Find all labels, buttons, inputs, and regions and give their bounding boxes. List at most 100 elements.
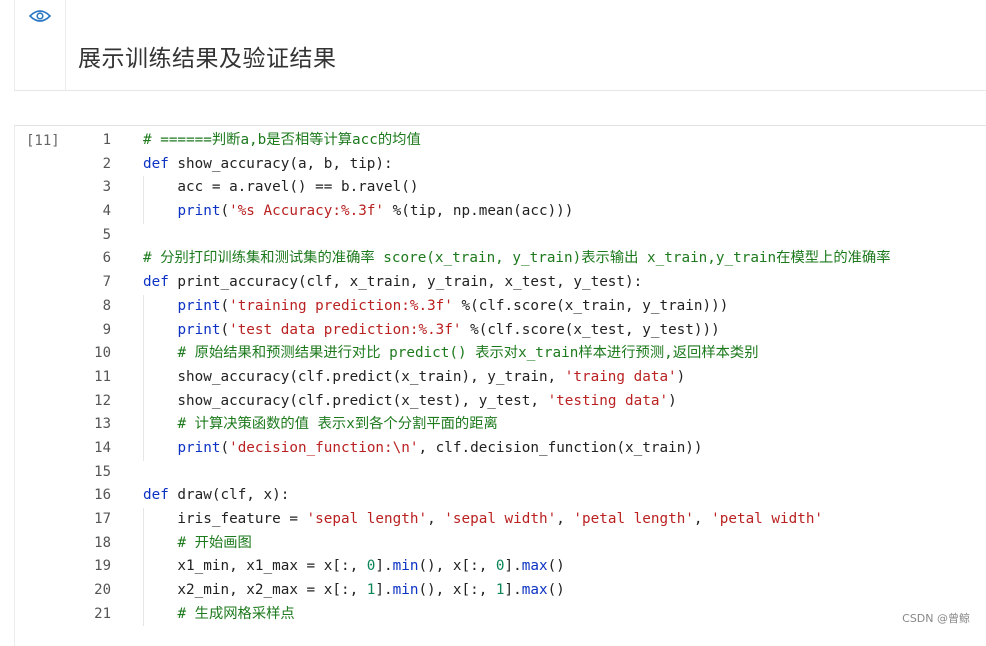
code-token: ]. (504, 582, 522, 599)
code-token: , (427, 511, 445, 527)
code-token: acc = a.ravel() == b.ravel() (143, 179, 419, 196)
code-token: # 分别打印训练集和测试集的准确率 score(x_train, y_train… (143, 250, 891, 267)
code-line[interactable]: 2 def show_accuracy(a, b, tip): (15, 153, 986, 177)
code-token: () (547, 558, 565, 575)
code-line[interactable]: 21 # 生成网格采样点 (15, 602, 986, 627)
code-line[interactable]: 19 x1_min, x1_max = x[:, 0].min(), x[:, … (15, 555, 986, 580)
code-token: 0 (495, 558, 505, 575)
code-line[interactable]: 13 # 计算决策函数的值 表示x到各个分割平面的距离 (15, 413, 986, 437)
watermark: CSDN @曾鲸 (902, 612, 970, 625)
code-text: def show_accuracy(a, b, tip): (143, 153, 393, 177)
code-line[interactable]: 18 # 开始画图 (15, 531, 986, 556)
code-line[interactable]: 9 print('test data prediction:%.3f' %(cl… (15, 318, 986, 343)
code-token: print (177, 321, 221, 338)
code-token: ( (220, 321, 230, 338)
code-line[interactable]: 15 (15, 461, 986, 485)
code-token: print (177, 439, 221, 456)
markdown-cell[interactable]: 展示训练结果及验证结果 (14, 0, 986, 91)
line-number: 2 (102, 155, 111, 172)
code-line[interactable]: 8 print('training prediction:%.3f' %(clf… (15, 294, 986, 319)
code-token: ( (220, 439, 230, 456)
code-token: min (392, 558, 419, 575)
code-text: iris_feature = 'sepal length', 'sepal wi… (143, 508, 823, 532)
code-token: show_accuracy(clf.predict(x_test), y_tes… (143, 392, 548, 409)
code-text: def print_accuracy(clf, x_train, y_train… (143, 271, 642, 295)
code-token: min (392, 582, 419, 599)
code-token: print_accuracy(clf, x_train, y_train, x_… (168, 274, 643, 291)
code-line[interactable]: 10 # 原始结果和预测结果进行对比 predict() 表示对x_train样… (15, 342, 986, 366)
code-line[interactable]: 14 print('decision_function:\n', clf.dec… (15, 436, 986, 461)
code-text: x2_min, x2_max = x[:, 1].min(), x[:, 1].… (143, 579, 565, 603)
code-line[interactable]: 16 def draw(clf, x): (15, 484, 986, 508)
code-token: x2_min, x2_max = x[:, (143, 582, 367, 599)
code-token: 'test data prediction:%.3f' (229, 321, 462, 338)
code-text: print('%s Accuracy:%.3f' %(tip, np.mean(… (143, 200, 573, 224)
code-text: # ======判断a,b是否相等计算acc的均值 (143, 129, 421, 153)
code-token: show_accuracy(a, b, tip): (168, 155, 393, 172)
code-line[interactable]: 5 (15, 224, 986, 248)
line-number: 18 (94, 534, 111, 551)
code-token: '%s Accuracy:%.3f' (229, 203, 385, 220)
code-text: # 原始结果和预测结果进行对比 predict() 表示对x_train样本进行… (143, 342, 758, 366)
code-editor[interactable]: 1 # ======判断a,b是否相等计算acc的均值 2 def show_accu… (15, 129, 986, 627)
code-line[interactable]: 3 acc = a.ravel() == b.ravel() (15, 176, 986, 201)
code-cell[interactable]: [11] 1 # ======判断a,b是否相等计算acc的均值 2 def show… (14, 125, 986, 646)
markdown-cell-gutter (15, 0, 66, 90)
code-token: # 生成网格采样点 (177, 605, 295, 622)
line-number: 14 (94, 439, 111, 456)
code-token: ]. (504, 558, 522, 575)
code-token: print (177, 297, 221, 314)
code-line[interactable]: 20 x2_min, x2_max = x[:, 1].min(), x[:, … (15, 579, 986, 603)
code-token: 'testing data' (547, 392, 669, 409)
code-line[interactable]: 6 # 分别打印训练集和测试集的准确率 score(x_train, y_trai… (15, 247, 986, 271)
code-token: 'petal width' (711, 511, 824, 527)
code-token: 1 (495, 582, 505, 599)
line-number: 19 (94, 558, 111, 575)
code-token: x1_min, x1_max = x[:, (143, 558, 367, 575)
code-token: 'sepal width' (444, 511, 557, 527)
code-line[interactable]: 12 show_accuracy(clf.predict(x_test), y_… (15, 389, 986, 414)
line-number: 8 (102, 297, 111, 314)
code-line[interactable]: 7 def print_accuracy(clf, x_train, y_trai… (15, 271, 986, 295)
line-number: 5 (102, 226, 111, 243)
code-line[interactable]: 1 # ======判断a,b是否相等计算acc的均值 (15, 129, 986, 153)
code-token: show_accuracy(clf.predict(x_train), y_tr… (143, 368, 565, 385)
code-token: ]. (375, 582, 393, 599)
code-token: , (693, 511, 712, 527)
code-text: x1_min, x1_max = x[:, 0].min(), x[:, 0].… (143, 555, 565, 579)
line-number: 3 (102, 179, 111, 196)
code-token: ( (220, 297, 230, 314)
markdown-title: 展示训练结果及验证结果 (78, 46, 337, 72)
code-token: 'sepal length' (306, 511, 428, 527)
code-token: max (521, 582, 548, 599)
code-token: ]. (375, 558, 393, 575)
code-token: %(clf.score(x_test, y_test))) (461, 321, 720, 338)
line-number: 17 (94, 511, 111, 527)
line-number: 16 (94, 487, 111, 504)
code-token: ( (220, 203, 230, 220)
code-token: print (177, 203, 221, 220)
code-text: show_accuracy(clf.predict(x_test), y_tes… (143, 390, 676, 414)
line-number: 13 (94, 416, 111, 433)
line-number: 4 (102, 203, 111, 220)
code-token: max (521, 558, 548, 575)
code-line[interactable]: 11 show_accuracy(clf.predict(x_train), y… (15, 365, 986, 390)
code-text: # 计算决策函数的值 表示x到各个分割平面的距离 (143, 413, 498, 437)
code-line[interactable]: 4 print('%s Accuracy:%.3f' %(tip, np.mea… (15, 200, 986, 224)
eye-icon[interactable] (29, 9, 51, 23)
code-text: acc = a.ravel() == b.ravel() (143, 176, 418, 200)
code-token: 'decision_function:\n' (229, 439, 419, 456)
code-token: def (143, 274, 169, 291)
code-token: def (143, 487, 169, 504)
code-token: 'traing data' (564, 368, 677, 385)
code-text: # 分别打印训练集和测试集的准确率 score(x_train, y_train… (143, 247, 891, 271)
code-token: # 计算决策函数的值 表示x到各个分割平面的距离 (177, 416, 498, 433)
code-line[interactable]: 17 iris_feature = 'sepal length', 'sepal… (15, 508, 986, 532)
code-token: () (547, 582, 565, 599)
